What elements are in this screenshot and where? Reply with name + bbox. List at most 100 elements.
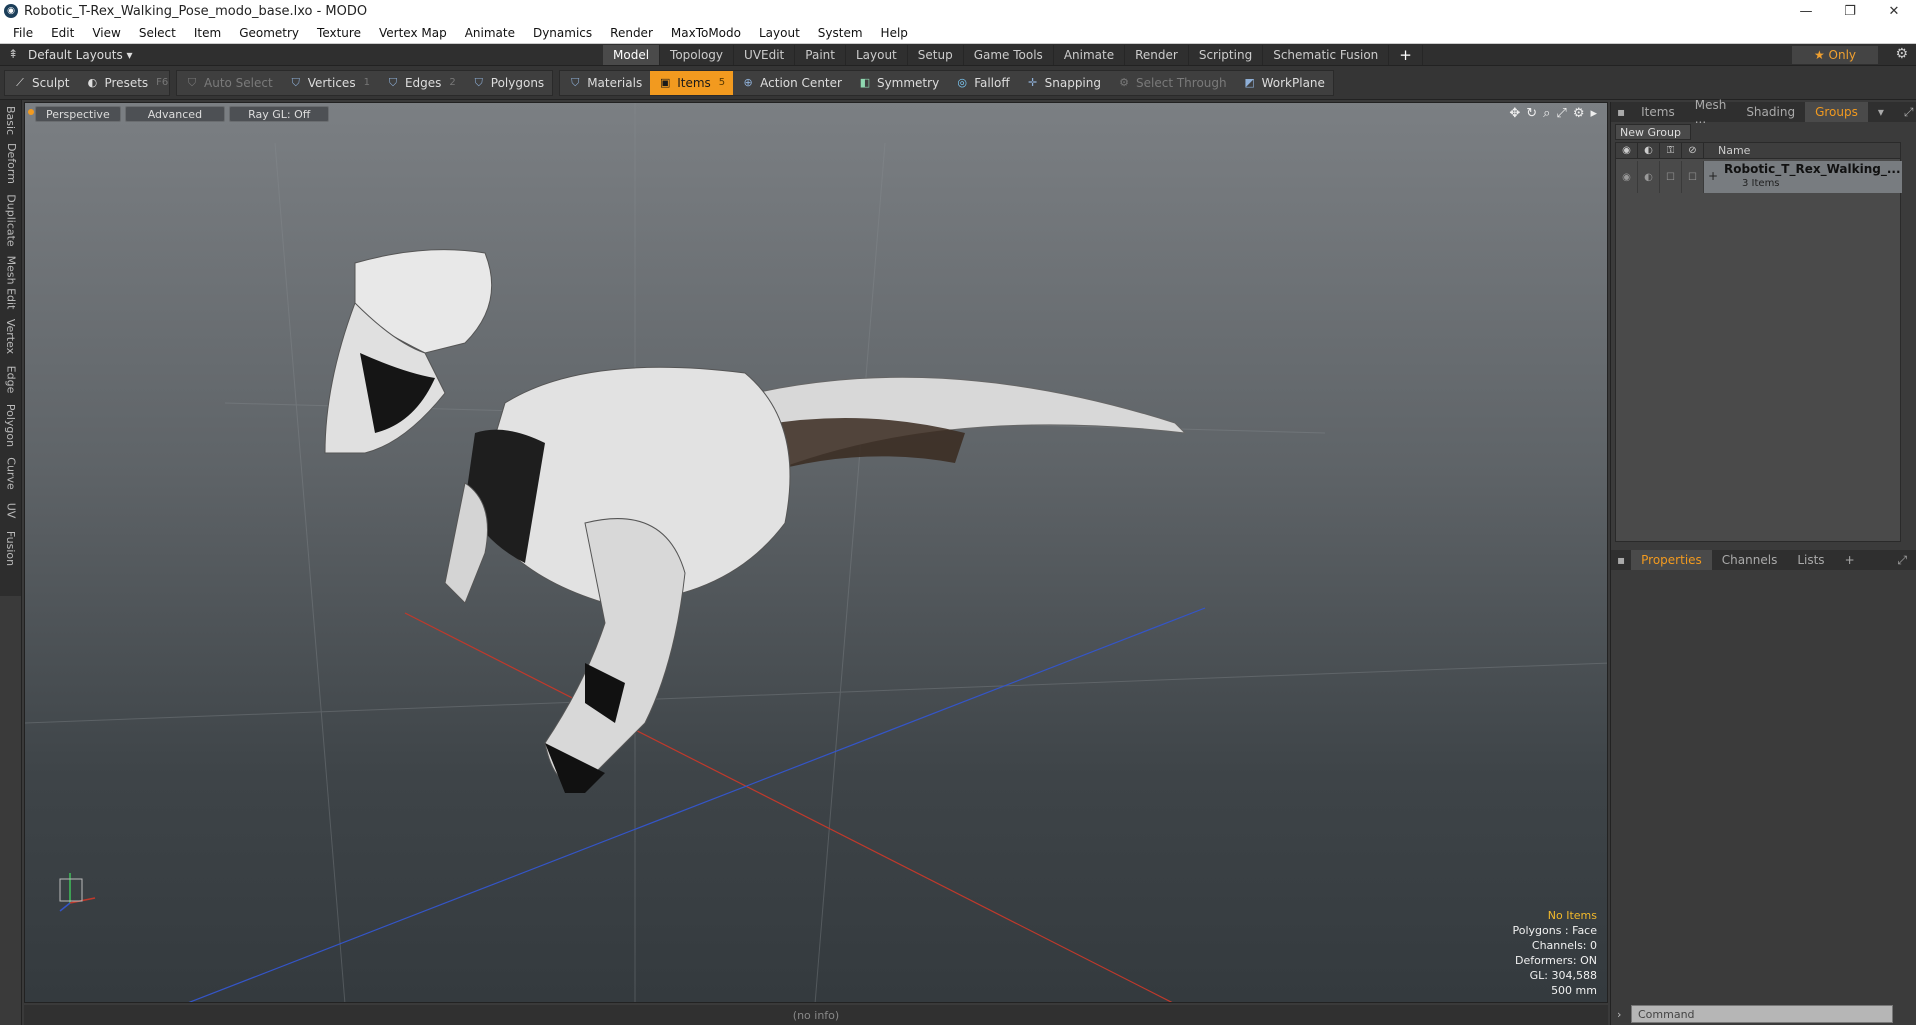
brush-icon: ⟋ [16, 75, 24, 89]
add-lower-tab-button[interactable]: + [1835, 550, 1865, 570]
tab-topology[interactable]: Topology [660, 45, 735, 65]
menu-help[interactable]: Help [872, 26, 917, 40]
render-icon[interactable]: ◐ [1638, 161, 1660, 193]
auto-select-button[interactable]: ⛉ Auto Select [177, 71, 281, 95]
select-checkbox[interactable]: ☐ [1682, 161, 1704, 193]
eye-icon[interactable]: ◉ [1616, 161, 1638, 193]
menu-dynamics[interactable]: Dynamics [524, 26, 601, 40]
menu-vertex-map[interactable]: Vertex Map [370, 26, 456, 40]
workplane-button[interactable]: ◩ WorkPlane [1235, 71, 1333, 95]
lock-checkbox[interactable]: ☐ [1660, 161, 1682, 193]
expand-panel-icon[interactable]: ⤢ [1894, 102, 1916, 122]
minimize-button[interactable]: — [1784, 0, 1828, 22]
tab-shading[interactable]: Shading [1736, 102, 1805, 122]
menu-maxtomodo[interactable]: MaxToModo [662, 26, 750, 40]
tab-items[interactable]: Items [1631, 102, 1685, 122]
menu-system[interactable]: System [809, 26, 872, 40]
close-button[interactable]: ✕ [1872, 0, 1916, 22]
snapping-button[interactable]: ✛ Snapping [1018, 71, 1109, 95]
symmetry-button[interactable]: ◧ Symmetry [850, 71, 947, 95]
tab-scripting[interactable]: Scripting [1189, 45, 1264, 65]
tab-uvedit[interactable]: UVEdit [734, 45, 796, 65]
tab-model[interactable]: Model [603, 45, 661, 65]
materials-button[interactable]: ⛉ Materials [560, 71, 650, 95]
select-through-button[interactable]: ⚙ Select Through [1109, 71, 1235, 95]
add-tab-button[interactable]: + [1389, 45, 1423, 65]
select-through-icon: ⚙ [1119, 76, 1129, 89]
left-tab-uv[interactable]: UV [0, 498, 22, 522]
tab-game-tools[interactable]: Game Tools [964, 45, 1054, 65]
menu-animate[interactable]: Animate [456, 26, 524, 40]
vertices-button[interactable]: ⛉ Vertices 1 [281, 71, 378, 95]
items-button[interactable]: ▣ Items 5 [650, 70, 734, 95]
command-input[interactable]: Command [1631, 1005, 1893, 1023]
viewport-settings-icon[interactable]: ⚙ [1573, 106, 1585, 121]
polygons-info: Polygons : Face [1512, 924, 1597, 937]
left-tab-polygon[interactable]: Polygon [0, 402, 22, 448]
left-tab-fusion[interactable]: Fusion [0, 528, 22, 568]
tab-layout[interactable]: Layout [846, 45, 908, 65]
action-center-button[interactable]: ⊕ Action Center [733, 71, 850, 95]
falloff-button[interactable]: ◎ Falloff [947, 71, 1017, 95]
left-tab-vertex[interactable]: Vertex [0, 316, 22, 356]
group-row[interactable]: ◉ ◐ ☐ ☐ + Robotic_T_Rex_Walking_... 3 It… [1616, 161, 1902, 193]
expand-arrow-icon[interactable]: ▸ [1590, 106, 1597, 121]
select-column-icon[interactable]: ⊘ [1682, 142, 1704, 159]
left-tab-curve[interactable]: Curve [0, 454, 22, 492]
menu-select[interactable]: Select [130, 26, 185, 40]
menu-view[interactable]: View [83, 26, 129, 40]
lower-expand-icon[interactable]: ⤢ [1887, 550, 1916, 570]
status-bar: (no info) [24, 1005, 1608, 1025]
sculpt-button[interactable]: ⟋ Sculpt [5, 71, 77, 95]
menu-render[interactable]: Render [601, 26, 662, 40]
panel-menu-icon[interactable]: ▪ [1611, 102, 1631, 122]
tab-groups[interactable]: Groups [1805, 102, 1868, 122]
zoom-icon[interactable]: ⌕ [1543, 106, 1550, 121]
left-tab-deform[interactable]: Deform [0, 140, 22, 186]
tab-properties[interactable]: Properties [1631, 550, 1712, 570]
menu-texture[interactable]: Texture [308, 26, 370, 40]
shading-mode-button[interactable]: Advanced [124, 106, 226, 122]
menu-edit[interactable]: Edit [42, 26, 83, 40]
polygons-button[interactable]: ⛉ Polygons [464, 71, 552, 95]
edges-button[interactable]: ⛉ Edges 2 [378, 71, 464, 95]
raygl-button[interactable]: Ray GL: Off [229, 106, 330, 122]
3d-viewport[interactable]: Perspective Advanced Ray GL: Off ✥ ↻ ⌕ ⤢… [24, 102, 1608, 1003]
tab-setup[interactable]: Setup [908, 45, 964, 65]
title-bar: ◉ Robotic_T-Rex_Walking_Pose_modo_base.l… [0, 0, 1916, 22]
visibility-column-icon[interactable]: ◉ [1616, 142, 1638, 159]
lock-column-icon[interactable]: ⚿ [1660, 142, 1682, 159]
tab-schematic-fusion[interactable]: Schematic Fusion [1263, 45, 1390, 65]
dropdown-arrow-icon[interactable]: ▾ [1868, 102, 1894, 122]
render-column-icon[interactable]: ◐ [1638, 142, 1660, 159]
presets-button[interactable]: ◐ Presets F6 [77, 71, 176, 95]
view-mode-button[interactable]: Perspective [35, 106, 121, 122]
menu-file[interactable]: File [4, 26, 42, 40]
left-tab-duplicate[interactable]: Duplicate [0, 192, 22, 248]
rotate-icon[interactable]: ↻ [1526, 106, 1537, 121]
left-tab-mesh-edit[interactable]: Mesh Edit [0, 254, 22, 310]
new-group-button[interactable]: New Group [1615, 124, 1691, 140]
tab-paint[interactable]: Paint [795, 45, 846, 65]
layout-bar: ⇞ Default Layouts ▾ Model Topology UVEdi… [0, 44, 1916, 66]
left-tab-edge[interactable]: Edge [0, 362, 22, 396]
shield-icon: ⛉ [187, 75, 197, 89]
fit-icon[interactable]: ⤢ [1556, 106, 1566, 121]
tab-channels[interactable]: Channels [1712, 550, 1788, 570]
layout-dropdown[interactable]: Default Layouts ▾ [28, 48, 133, 62]
menu-geometry[interactable]: Geometry [230, 26, 308, 40]
only-toggle[interactable]: ★ Only [1792, 46, 1878, 64]
lower-panel-menu-icon[interactable]: ▪ [1611, 550, 1631, 570]
tab-lists[interactable]: Lists [1787, 550, 1834, 570]
pan-icon[interactable]: ✥ [1509, 106, 1520, 121]
menu-item[interactable]: Item [185, 26, 230, 40]
tab-mesh[interactable]: Mesh ... [1685, 98, 1737, 126]
collapse-icon[interactable]: ⇞ [8, 47, 18, 61]
gear-icon[interactable]: ⚙ [1895, 46, 1908, 62]
maximize-button[interactable]: ❐ [1828, 0, 1872, 22]
tab-animate[interactable]: Animate [1054, 45, 1126, 65]
tab-render[interactable]: Render [1125, 45, 1189, 65]
left-tab-basic[interactable]: Basic [0, 104, 22, 136]
menu-layout[interactable]: Layout [750, 26, 809, 40]
expand-plus-icon[interactable]: + [1708, 169, 1718, 183]
